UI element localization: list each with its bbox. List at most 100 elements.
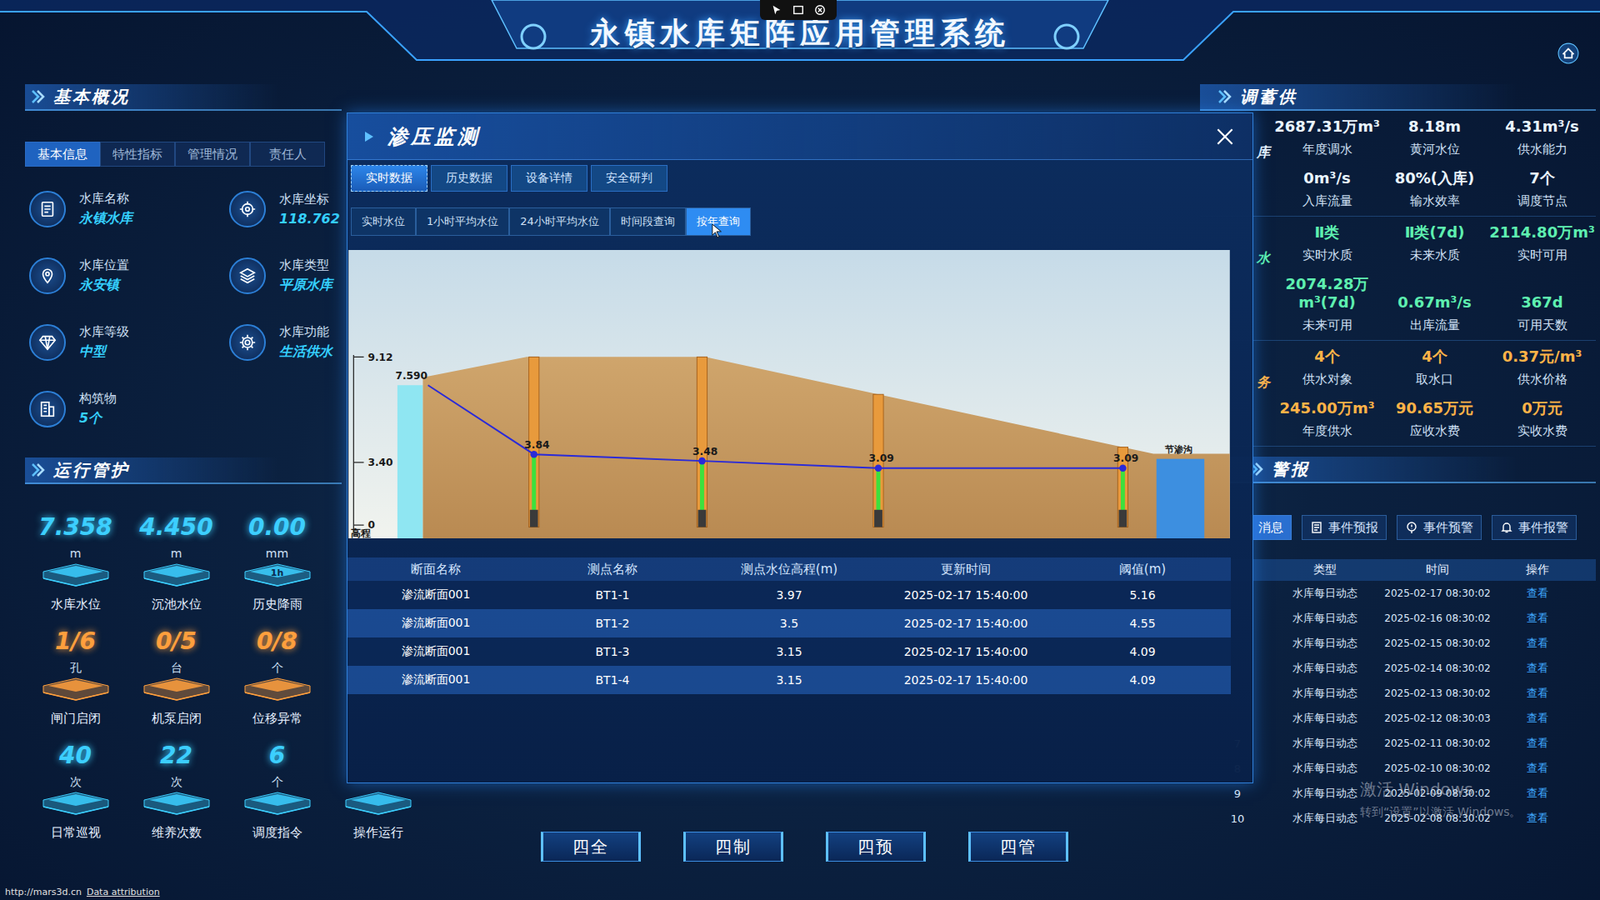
home-icon	[1557, 42, 1580, 65]
table-row[interactable]: 水库每日动态2025-02-13 08:30:02查看	[1200, 680, 1596, 706]
alert-tab[interactable]: 事件预警	[1396, 515, 1482, 540]
header-cell: 阈值(m)	[1054, 561, 1231, 578]
metric-value: 6	[269, 741, 285, 770]
view-link[interactable]: 查看	[1500, 710, 1575, 726]
table-row[interactable]: 水库每日动态2025-02-14 08:30:02查看	[1200, 655, 1596, 681]
stat-value: 2074.28万m³(7d)	[1273, 275, 1381, 312]
table-row[interactable]: 9水库每日动态2025-02-09 08:30:02查看	[1200, 780, 1596, 806]
section-title: 运行管护	[53, 459, 130, 482]
stat: 0万元实收水费	[1488, 399, 1596, 440]
stat-value: 90.65万元	[1395, 399, 1474, 418]
row-time: 2025-02-14 08:30:02	[1375, 662, 1500, 675]
window-icon[interactable]	[792, 4, 805, 16]
stat: 0.37元/m³供水价格	[1488, 347, 1596, 388]
alert-tab[interactable]: 事件预报	[1301, 515, 1387, 540]
modal-tab[interactable]: 历史数据	[430, 165, 508, 192]
stat-label: 实收水费	[1517, 422, 1568, 440]
metric-item[interactable]: 6个调度指令	[226, 741, 328, 842]
modal-tab[interactable]: 设备详情	[510, 165, 588, 192]
query-tab[interactable]: 1小时平均水位	[415, 207, 510, 236]
section-header: 基本概况	[25, 84, 342, 111]
tab[interactable]: 责任人	[250, 141, 325, 167]
view-link[interactable]: 查看	[1500, 685, 1575, 701]
query-tab[interactable]: 24小时平均水位	[509, 207, 610, 236]
pedestal	[340, 790, 416, 815]
nav-button[interactable]: 四预	[825, 831, 926, 862]
probe-label: 3.84	[524, 439, 550, 451]
table-row[interactable]: 8水库每日动态2025-02-10 08:30:02查看	[1200, 755, 1596, 781]
metric-item[interactable]: 0/5台机泵启闭	[125, 627, 227, 728]
table-row[interactable]: 渗流断面001BT1-33.152025-02-17 15:40:004.09	[347, 637, 1231, 666]
info-text: 水库类型平原水库	[279, 257, 333, 295]
dam-body	[422, 356, 1230, 539]
alert-tab[interactable]: 事件报警	[1491, 515, 1577, 540]
pedestal	[240, 790, 315, 815]
table-row[interactable]: 渗流断面001BT1-43.152025-02-17 15:40:004.09	[347, 665, 1231, 695]
table-row[interactable]: 7水库每日动态2025-02-11 08:30:02查看	[1200, 730, 1596, 756]
section-title: 调蓄供	[1240, 85, 1298, 109]
diamond-icon	[38, 333, 57, 352]
table-row[interactable]: 10水库每日动态2025-02-08 08:30:02查看	[1200, 805, 1596, 831]
building-icon	[38, 400, 57, 419]
info-label: 水库功能	[279, 324, 333, 340]
stat-value: 4个	[1314, 347, 1340, 366]
stat-value: 2687.31万m³	[1274, 117, 1380, 136]
pedestal	[38, 790, 114, 815]
metric-value: 1/6	[55, 627, 96, 656]
pedestal: 1h	[240, 561, 315, 587]
metric-item[interactable]: 22次维养次数	[125, 741, 227, 842]
attribution-url[interactable]: http://mars3d.cn	[5, 886, 82, 898]
metric-unit: 次	[170, 773, 183, 790]
view-link[interactable]: 查看	[1500, 660, 1575, 676]
query-tab[interactable]: 时间段查询	[610, 207, 686, 236]
stop-icon[interactable]	[814, 4, 826, 16]
tab[interactable]: 管理情况	[175, 141, 250, 167]
modal-tab[interactable]: 实时数据	[350, 165, 428, 192]
metric-item[interactable]: 7.358m水库水位	[25, 513, 126, 614]
cursor-icon[interactable]	[770, 4, 783, 16]
view-link[interactable]: 查看	[1500, 760, 1575, 776]
stat: 367d可用天数	[1488, 293, 1596, 334]
view-link[interactable]: 查看	[1500, 785, 1575, 801]
home-button[interactable]	[1556, 41, 1580, 65]
query-tab[interactable]: 实时水位	[350, 207, 416, 236]
table-cell: 渗流断面001	[347, 644, 525, 660]
table-cell: BT1-1	[524, 588, 701, 602]
alert-tab[interactable]: 消息	[1250, 515, 1292, 540]
row-type: 水库每日动态	[1275, 685, 1375, 701]
nav-button[interactable]: 四全	[540, 831, 641, 862]
info-item: 水库类型平原水库	[225, 242, 342, 310]
tab[interactable]: 特性指标	[100, 141, 175, 167]
view-link[interactable]: 查看	[1500, 635, 1575, 651]
nav-button[interactable]: 四制	[683, 831, 784, 862]
view-link[interactable]: 查看	[1500, 610, 1575, 626]
header-cell: 操作	[1500, 562, 1575, 578]
table-row[interactable]: 水库每日动态2025-02-15 08:30:02查看	[1200, 630, 1596, 656]
metric-item[interactable]: 0.00mm1h历史降雨	[226, 513, 328, 614]
metric-item[interactable]: 0/8个位移异常	[226, 627, 328, 728]
view-link[interactable]: 查看	[1500, 735, 1575, 751]
view-link[interactable]: 查看	[1500, 585, 1575, 601]
view-link[interactable]: 查看	[1500, 810, 1575, 826]
info-value: 中型	[79, 343, 130, 361]
metric-item[interactable]: 40次日常巡视	[25, 741, 126, 842]
attribution-link[interactable]: Data attribution	[86, 886, 160, 898]
modal-tab[interactable]: 安全研判	[590, 165, 668, 192]
table-row[interactable]: 渗流断面001BT1-13.972025-02-17 15:40:005.16	[347, 580, 1231, 610]
table-row[interactable]: 渗流断面001BT1-23.52025-02-17 15:40:004.55	[347, 609, 1231, 638]
metric-item[interactable]: 4.450m沉池水位	[125, 513, 227, 614]
watermark-title: 激活 Windows	[1360, 778, 1521, 800]
table-header: 类型时间操作	[1200, 559, 1596, 581]
close-icon[interactable]	[1214, 125, 1236, 148]
table-cell: 3.5	[700, 616, 878, 630]
nav-button[interactable]: 四管	[968, 831, 1069, 862]
table-row[interactable]: 水库每日动态2025-02-12 08:30:03查看	[1200, 705, 1596, 731]
table-cell: 5.16	[1054, 588, 1231, 602]
tab[interactable]: 基本信息	[25, 141, 100, 167]
metric-row: 1/6孔闸门启闭0/5台机泵启闭0/8个位移异常	[25, 627, 342, 728]
stat: 2687.31万m³年度调水	[1273, 117, 1381, 158]
table-row[interactable]: 水库每日动态2025-02-17 08:30:02查看	[1200, 580, 1596, 606]
stat-label: 实时水质	[1302, 246, 1353, 264]
metric-item[interactable]: 1/6孔闸门启闭	[25, 627, 126, 728]
table-row[interactable]: 水库每日动态2025-02-16 08:30:02查看	[1200, 605, 1596, 631]
